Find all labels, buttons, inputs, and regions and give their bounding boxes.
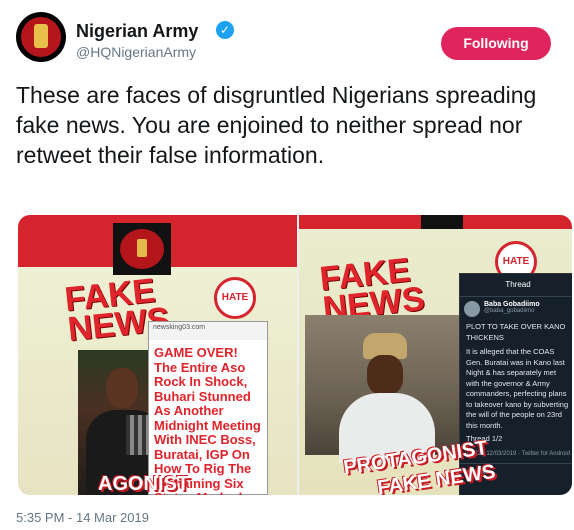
profile-avatar[interactable] <box>16 12 66 62</box>
army-logo-icon <box>113 223 171 275</box>
thread-user: Baba Gobadiimo @baba_gobadiimo <box>460 297 572 317</box>
thread-user-name: Baba Gobadiimo <box>484 301 540 308</box>
thread-user-handle: @baba_gobadiimo <box>484 308 535 314</box>
tweet-timestamp[interactable]: 5:35 PM - 14 Mar 2019 <box>16 510 149 525</box>
following-button[interactable]: Following <box>441 27 551 60</box>
thread-title: Thread <box>460 274 572 297</box>
tweet-media[interactable]: FAKE NEWS HATE newsking03.com GAME OVER!… <box>18 215 572 495</box>
media-image-right[interactable]: FAKE NEWS HATE Thread Baba Gobadiimo @ba… <box>299 215 572 495</box>
fake-news-stamp: FAKE NEWS <box>317 251 427 329</box>
twitter-thread-screenshot: Thread Baba Gobadiimo @baba_gobadiimo PL… <box>459 273 572 495</box>
news-url: newsking03.com <box>149 322 267 340</box>
thread-headline: PLOT TO TAKE OVER KANO THICKENS <box>466 322 566 342</box>
thread-body: It is alleged that the COAS Gen. Buratai… <box>466 347 569 430</box>
media-image-left[interactable]: FAKE NEWS HATE newsking03.com GAME OVER!… <box>18 215 297 495</box>
verified-badge-icon: ✓ <box>216 21 234 39</box>
account-handle[interactable]: @HQNigerianArmy <box>76 44 196 60</box>
news-headline: GAME OVER! The Entire Aso Rock In Shock,… <box>154 345 261 495</box>
thread-text: PLOT TO TAKE OVER KANO THICKENS It is al… <box>460 314 572 445</box>
army-logo-icon <box>421 215 463 229</box>
tweet-header: Nigerian Army ✓ @HQNigerianArmy Followin… <box>16 12 561 68</box>
no-hate-speech-icon: HATE <box>214 277 256 319</box>
army-crest-icon <box>34 24 48 48</box>
news-screenshot: newsking03.com GAME OVER! The Entire Aso… <box>148 321 268 495</box>
tweet-text: These are faces of disgruntled Nigerians… <box>16 82 537 168</box>
protagonist-label-left: AGONIST <box>98 473 190 495</box>
person-photo-right <box>305 315 465 463</box>
account-name[interactable]: Nigerian Army <box>76 21 198 42</box>
avatar <box>464 301 480 317</box>
